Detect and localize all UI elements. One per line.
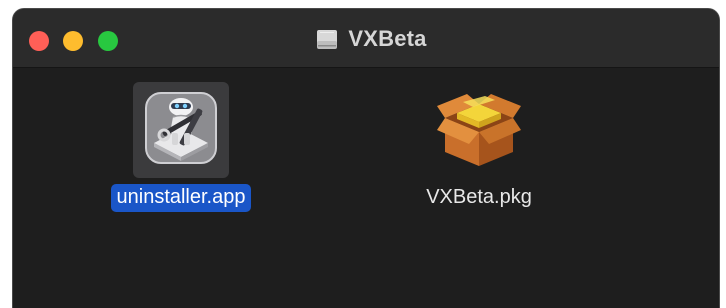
file-name-label[interactable]: uninstaller.app	[110, 184, 252, 212]
file-icon-container[interactable]	[431, 82, 527, 178]
window-title-group: VXBeta	[23, 22, 719, 56]
finder-window: VXBeta uninstaller.app VXBeta.pkg	[12, 8, 720, 308]
finder-content-area[interactable]: uninstaller.app VXBeta.pkg	[13, 68, 719, 308]
disk-image-icon	[315, 29, 339, 49]
package-box-icon[interactable]	[435, 86, 523, 175]
window-title: VXBeta	[348, 26, 427, 51]
automator-robot-icon[interactable]	[140, 87, 222, 174]
file-icon-container[interactable]	[133, 82, 229, 178]
file-item-uninstaller[interactable]: uninstaller.app	[97, 82, 265, 212]
title-bar[interactable]: VXBeta	[13, 9, 719, 68]
file-name-label[interactable]: VXBeta.pkg	[420, 184, 538, 212]
file-item-vxbeta-pkg[interactable]: VXBeta.pkg	[399, 82, 559, 212]
